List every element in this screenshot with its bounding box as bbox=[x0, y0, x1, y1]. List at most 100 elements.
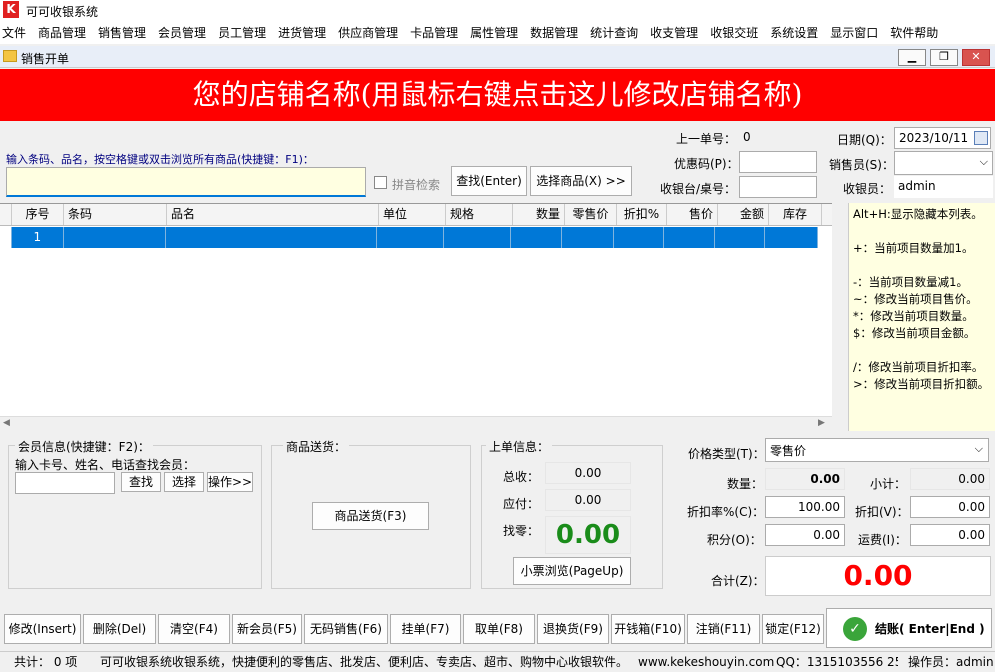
table-cell[interactable] bbox=[377, 227, 444, 248]
menu-item[interactable]: 卡品管理 bbox=[410, 22, 464, 44]
seller-select[interactable]: ⌵ bbox=[894, 151, 993, 175]
table-cell[interactable] bbox=[443, 227, 511, 248]
column-header[interactable]: 金额 bbox=[718, 204, 769, 225]
pinyin-checkbox[interactable] bbox=[374, 176, 387, 189]
action-button[interactable]: 挂单(F7) bbox=[390, 614, 461, 644]
tip-line: $：修改当前项目金额。 bbox=[853, 326, 976, 340]
scroll-right-icon[interactable]: ▶ bbox=[818, 418, 825, 428]
menu-item[interactable]: 属性管理 bbox=[470, 22, 524, 44]
table-cell[interactable] bbox=[714, 227, 766, 248]
menu-item[interactable]: 收银交班 bbox=[710, 22, 764, 44]
checkout-button[interactable]: ✓ 结账( Enter|End ) bbox=[826, 608, 992, 648]
receipt-browse-button[interactable]: 小票浏览(PageUp) bbox=[513, 557, 631, 585]
action-button[interactable]: 修改(Insert) bbox=[4, 614, 81, 644]
column-header[interactable]: 数量 bbox=[513, 204, 565, 225]
menu-item[interactable]: 进货管理 bbox=[278, 22, 332, 44]
coupon-label: 优惠码(P)： bbox=[674, 157, 739, 171]
column-header[interactable]: 售价 bbox=[667, 204, 718, 225]
calendar-icon[interactable] bbox=[974, 131, 988, 145]
action-button[interactable]: 清空(F4) bbox=[158, 614, 230, 644]
table-row[interactable]: 1 bbox=[0, 227, 819, 248]
table-cell[interactable] bbox=[765, 227, 819, 248]
status-website: www.kekeshouyin.com bbox=[638, 655, 775, 669]
coupon-input[interactable] bbox=[739, 151, 817, 173]
store-name-banner[interactable]: 您的店铺名称(用鼠标右键点击这儿修改店铺名称) bbox=[0, 69, 995, 121]
column-header[interactable]: 库存 bbox=[769, 204, 822, 225]
subtotal-label: 小计： bbox=[870, 477, 907, 491]
search-input[interactable] bbox=[6, 167, 366, 197]
menu-item[interactable]: 销售管理 bbox=[98, 22, 152, 44]
table-cell[interactable] bbox=[614, 227, 664, 248]
title-bar: K 可可收银系统 bbox=[0, 0, 995, 22]
app-title: 可可收银系统 bbox=[26, 5, 99, 19]
member-find-button[interactable]: 查找 bbox=[121, 472, 161, 492]
column-header[interactable]: 品名 bbox=[167, 204, 379, 225]
chevron-down-icon: ⌵ bbox=[974, 442, 983, 455]
action-button[interactable]: 取单(F8) bbox=[463, 614, 535, 644]
find-button[interactable]: 查找(Enter) bbox=[451, 166, 527, 196]
action-button[interactable]: 注销(F11) bbox=[687, 614, 760, 644]
menu-item[interactable]: 收支管理 bbox=[650, 22, 704, 44]
select-product-button[interactable]: 选择商品(X) >> bbox=[530, 166, 632, 196]
points-label: 积分(O)： bbox=[707, 533, 762, 547]
mdi-title: 销售开单 bbox=[21, 52, 70, 66]
qty-value: 0.00 bbox=[765, 468, 845, 490]
column-header[interactable]: 单位 bbox=[379, 204, 446, 225]
status-description: 可可收银系统收银系统，快捷便利的零售店、批发店、便利店、专卖店、超市、购物中心收… bbox=[100, 655, 629, 669]
table-cell[interactable]: 1 bbox=[11, 227, 64, 248]
column-header[interactable]: 序号 bbox=[12, 204, 64, 225]
table-cell[interactable] bbox=[663, 227, 715, 248]
freight-input[interactable]: 0.00 bbox=[910, 524, 990, 546]
table-cell[interactable] bbox=[562, 227, 614, 248]
menu-item[interactable]: 显示窗口 bbox=[830, 22, 884, 44]
table-cell[interactable] bbox=[166, 227, 378, 248]
menu-item[interactable]: 商品管理 bbox=[38, 22, 92, 44]
column-header[interactable]: 规格 bbox=[446, 204, 513, 225]
price-type-select[interactable]: 零售价 ⌵ bbox=[765, 438, 989, 462]
menu-item[interactable]: 员工管理 bbox=[218, 22, 272, 44]
row-selector[interactable] bbox=[0, 227, 12, 248]
sales-grid[interactable]: 序号条码品名单位规格数量零售价折扣%售价金额库存 ▶ 1 bbox=[0, 203, 832, 431]
total-label: 合计(Z)： bbox=[711, 574, 765, 588]
action-button[interactable]: 退换货(F9) bbox=[537, 614, 609, 644]
app-logo-icon: K bbox=[3, 1, 19, 18]
desk-input[interactable] bbox=[739, 176, 817, 198]
column-header[interactable]: 零售价 bbox=[565, 204, 617, 225]
action-button[interactable]: 锁定(F12) bbox=[762, 614, 824, 644]
last-change-label: 找零： bbox=[503, 524, 540, 538]
column-header[interactable]: 条码 bbox=[64, 204, 167, 225]
table-cell[interactable] bbox=[63, 227, 167, 248]
menu-item[interactable]: 数据管理 bbox=[530, 22, 584, 44]
discount-input[interactable]: 0.00 bbox=[910, 496, 990, 518]
minimize-button[interactable]: ▁ bbox=[898, 49, 926, 66]
tip-line: >：修改当前项目折扣额。 bbox=[853, 377, 990, 391]
freight-label: 运费(I)： bbox=[858, 533, 907, 547]
action-button[interactable]: 新会员(F5) bbox=[232, 614, 302, 644]
member-select-button[interactable]: 选择 bbox=[164, 472, 204, 492]
cashier-value: admin bbox=[894, 176, 993, 198]
table-cell[interactable] bbox=[510, 227, 563, 248]
points-input[interactable]: 0.00 bbox=[765, 524, 845, 546]
scroll-left-icon[interactable]: ◀ bbox=[3, 418, 10, 428]
member-ops-button[interactable]: 操作>> bbox=[207, 472, 253, 492]
discount-label: 折扣(V)： bbox=[855, 505, 909, 519]
menu-item[interactable]: 会员管理 bbox=[158, 22, 212, 44]
mdi-title-bar: 销售开单 bbox=[0, 46, 995, 68]
close-button[interactable]: ✕ bbox=[962, 49, 990, 66]
menu-item[interactable]: 供应商管理 bbox=[338, 22, 404, 44]
tip-line: Alt+H:显示隐藏本列表。 bbox=[853, 207, 983, 221]
action-button[interactable]: 开钱箱(F10) bbox=[611, 614, 685, 644]
action-button[interactable]: 无码销售(F6) bbox=[304, 614, 388, 644]
folder-icon bbox=[3, 50, 17, 62]
rate-input[interactable]: 100.00 bbox=[765, 496, 845, 518]
horizontal-scrollbar[interactable]: ◀ ▶ bbox=[0, 416, 832, 431]
member-search-input[interactable] bbox=[15, 472, 115, 494]
action-button[interactable]: 删除(Del) bbox=[83, 614, 156, 644]
menu-item[interactable]: 文件 bbox=[2, 22, 32, 44]
column-header[interactable]: 折扣% bbox=[617, 204, 667, 225]
menu-item[interactable]: 系统设置 bbox=[770, 22, 824, 44]
menu-item[interactable]: 软件帮助 bbox=[890, 22, 944, 44]
delivery-button[interactable]: 商品送货(F3) bbox=[312, 502, 429, 530]
menu-item[interactable]: 统计查询 bbox=[590, 22, 644, 44]
restore-button[interactable]: ❐ bbox=[930, 49, 958, 66]
